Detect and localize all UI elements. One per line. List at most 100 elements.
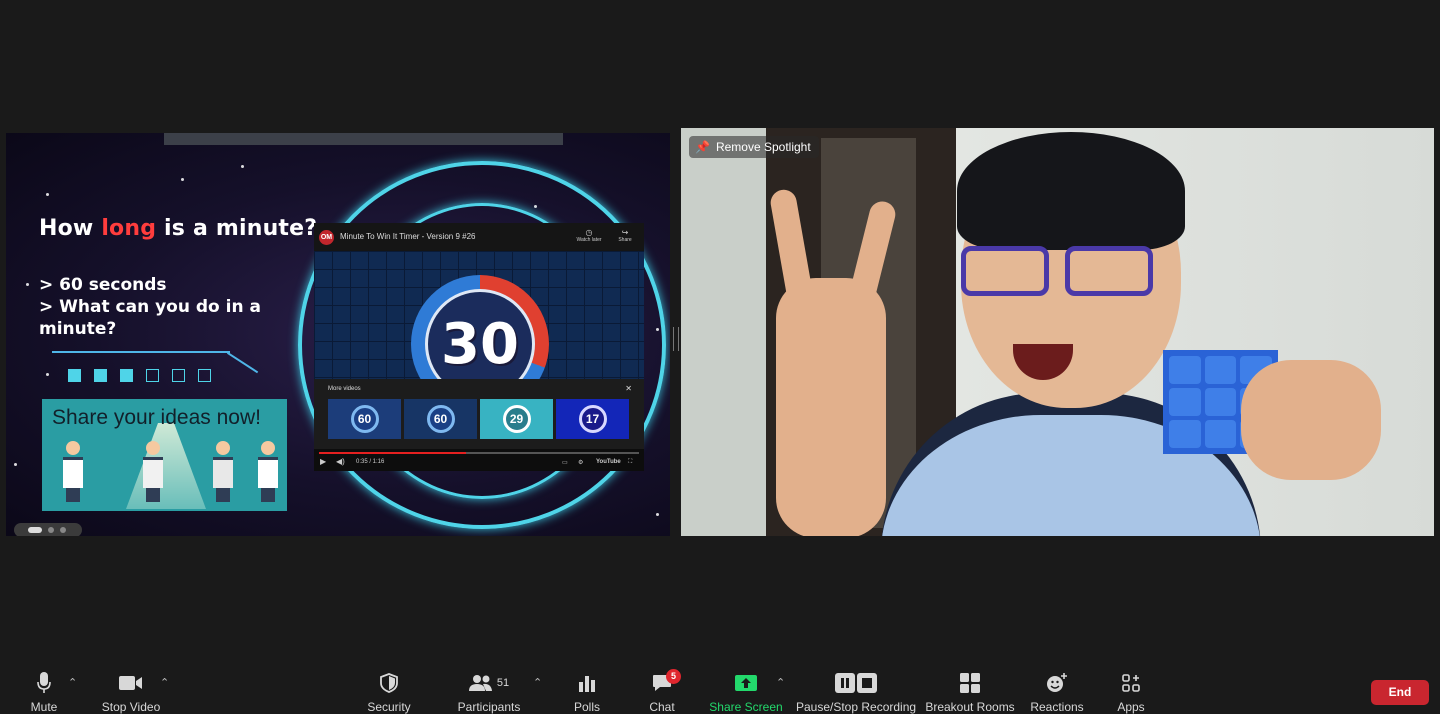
chat-label: Chat [649, 700, 675, 714]
polls-label: Polls [573, 700, 600, 714]
person-hair [957, 132, 1185, 250]
settings-gear-icon[interactable]: ⚙ [578, 459, 583, 466]
shield-icon [380, 670, 398, 696]
video-options-chevron-icon[interactable]: ⌃ [160, 676, 169, 689]
close-more-videos-icon[interactable]: ✕ [625, 384, 632, 393]
pause-stop-recording-button[interactable]: Pause/Stop Recording [795, 662, 917, 714]
video-thumbnails: 60 60 29 17 [328, 399, 629, 439]
chat-unread-badge: 5 [666, 669, 681, 684]
video-frame[interactable]: 30 [314, 251, 644, 413]
share-top-bar[interactable] [164, 133, 563, 145]
youtube-logo[interactable]: YouTube [596, 459, 621, 465]
video-thumbnail[interactable]: 17 [556, 399, 629, 439]
security-button[interactable]: Security [366, 662, 412, 714]
fullscreen-icon[interactable]: ⛶ [628, 459, 632, 466]
share-label: Share [618, 237, 632, 243]
audio-options-chevron-icon[interactable]: ⌃ [68, 676, 77, 689]
spotlight-beam [126, 423, 206, 509]
video-thumbnail[interactable]: 60 [404, 399, 477, 439]
meeting-toolbar: Mute ⌃ Stop Video ⌃ Security 51 Particip… [0, 662, 1440, 714]
watch-later-label: Watch later [576, 237, 602, 243]
apps-button[interactable]: Apps [1114, 662, 1148, 714]
progress-squares [68, 369, 211, 382]
video-progress-bar[interactable] [319, 452, 639, 454]
person-glasses [961, 246, 1161, 296]
grid-icon [960, 670, 980, 696]
stop-video-button[interactable]: Stop Video [98, 662, 164, 714]
more-videos-label: More videos [328, 386, 361, 392]
bullet-seconds: > 60 seconds [39, 275, 167, 295]
slide-dot[interactable] [48, 527, 54, 533]
thumbnail-number: 29 [502, 405, 531, 433]
square-empty [172, 369, 185, 382]
share-arrow-icon: ↪ [621, 228, 629, 237]
square-empty [146, 369, 159, 382]
share-video-button[interactable]: ↪ Share [612, 228, 638, 243]
share-screen-label: Share Screen [709, 700, 783, 714]
volume-icon[interactable]: ◀) [336, 457, 345, 466]
pause-stop-recording-label: Pause/Stop Recording [795, 700, 917, 714]
person-figure [212, 441, 234, 502]
star [14, 463, 17, 466]
video-camera-icon [119, 670, 143, 696]
mute-label: Mute [30, 700, 58, 714]
background-wall [681, 128, 766, 536]
pause-stop-icon [835, 670, 877, 696]
split-resize-handle[interactable] [673, 327, 679, 351]
slide-dot[interactable] [60, 527, 66, 533]
video-thumbnail[interactable]: 60 [328, 399, 401, 439]
security-label: Security [367, 700, 411, 714]
slide-bullets: > 60 seconds > What can you do in a minu… [39, 274, 279, 340]
end-meeting-button[interactable]: End [1371, 680, 1429, 705]
video-thumbnail[interactable]: 29 [480, 399, 553, 439]
video-title[interactable]: Minute To Win It Timer - Version 9 #26 [340, 232, 475, 241]
video-controls: ▶ ◀) 0:35 / 1:16 ▭ ⚙ YouTube ⛶ [314, 449, 644, 471]
remove-spotlight-button[interactable]: 📌 Remove Spotlight [689, 136, 819, 158]
smiley-plus-icon [1046, 670, 1068, 696]
participants-icon: 51 [468, 670, 510, 696]
mute-button[interactable]: Mute [22, 662, 66, 714]
spotlight-video[interactable]: 📌 Remove Spotlight [681, 128, 1434, 536]
reactions-label: Reactions [1030, 700, 1084, 714]
embedded-video[interactable]: OM Minute To Win It Timer - Version 9 #2… [314, 223, 644, 471]
play-icon[interactable]: ▶ [320, 457, 326, 466]
breakout-rooms-button[interactable]: Breakout Rooms [925, 662, 1015, 714]
stop-video-label: Stop Video [101, 700, 161, 714]
slide-divider-diagonal [226, 352, 259, 374]
square-empty [198, 369, 211, 382]
remove-spotlight-label: Remove Spotlight [715, 140, 811, 154]
timer-value: 30 [441, 312, 519, 377]
polls-button[interactable]: Polls [570, 662, 604, 714]
shared-screen: How long is a minute? > 60 seconds > Wha… [6, 133, 670, 536]
person-figure [142, 441, 164, 502]
ideas-text: Share your ideas now! [52, 406, 261, 429]
star [241, 165, 244, 168]
captions-icon[interactable]: ▭ [562, 459, 568, 466]
reactions-button[interactable]: Reactions [1030, 662, 1084, 714]
star [656, 513, 659, 516]
participants-count: 51 [496, 677, 510, 689]
slide-navigator[interactable] [14, 523, 82, 536]
square-filled [68, 369, 81, 382]
pin-icon: 📌 [695, 140, 710, 154]
person-figure [62, 441, 84, 502]
participants-options-chevron-icon[interactable]: ⌃ [533, 676, 542, 689]
ideas-illustration: Share your ideas now! [42, 399, 287, 511]
channel-logo-icon[interactable]: OM [319, 230, 334, 245]
microphone-icon [37, 670, 51, 696]
video-progress-fill [319, 452, 467, 454]
bullet-what-can-you-do: > What can you do in a minute? [39, 297, 261, 339]
share-screen-button[interactable]: Share Screen [708, 662, 784, 714]
star [46, 193, 49, 196]
slide-divider [52, 351, 230, 353]
slide-dot-active[interactable] [28, 527, 42, 533]
slide-title: How long is a minute? [39, 216, 318, 241]
watch-later-button[interactable]: ◷ Watch later [576, 228, 602, 243]
participants-button[interactable]: 51 Participants [456, 662, 522, 714]
person-figure [257, 441, 279, 502]
thumbnail-number: 60 [426, 405, 455, 433]
video-header: OM Minute To Win It Timer - Version 9 #2… [314, 223, 644, 251]
star [46, 373, 49, 376]
share-options-chevron-icon[interactable]: ⌃ [776, 676, 785, 689]
thumbnail-number: 17 [578, 405, 607, 433]
